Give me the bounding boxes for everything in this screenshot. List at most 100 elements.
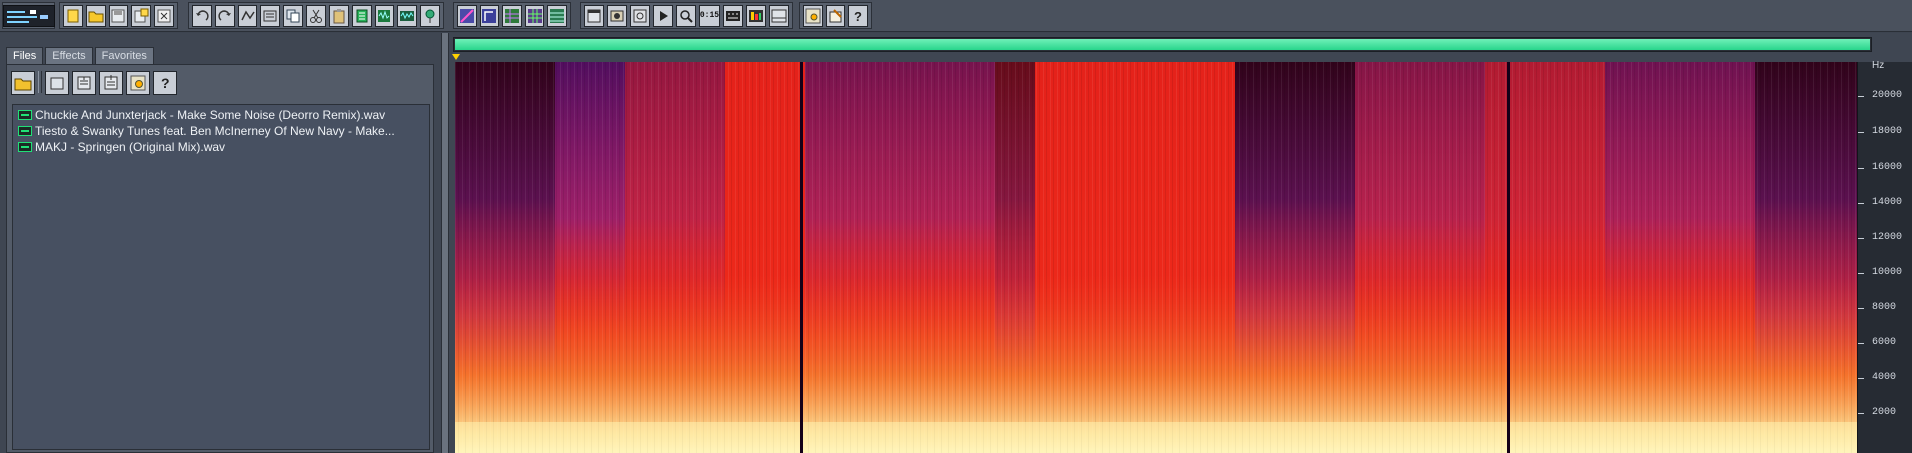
settings-icon [805,8,821,24]
scope-button[interactable] [629,4,650,27]
close-file-button[interactable] [45,71,69,95]
cut-button[interactable] [306,4,326,27]
file-name: Tiesto & Swanky Tunes feat. Ben McInerne… [35,124,395,138]
multitrack-icon [504,8,520,24]
grid-button[interactable] [547,4,567,27]
tab-files[interactable]: Files [6,47,44,65]
axis-label: 16000 [1872,162,1903,173]
axis-label: 4000 [1872,372,1897,383]
window-button[interactable] [584,4,604,27]
paste-button[interactable] [328,4,349,27]
play-icon [655,8,671,24]
axis-label: 12000 [1872,232,1903,243]
axis-label: 2000 [1872,407,1897,418]
select-all-icon [262,8,278,24]
undo-button[interactable] [192,4,212,27]
multitrack-button[interactable] [502,4,522,27]
axis-tick [1858,308,1864,309]
panel-button[interactable] [768,4,789,27]
list-item[interactable]: Tiesto & Swanky Tunes feat. Ben McInerne… [13,123,429,139]
file-tools-bar: ? [11,71,177,95]
close-file-icon [48,74,66,92]
file-help-button[interactable]: ? [153,71,177,95]
spectrogram-image [455,62,1857,453]
meter-icon [748,8,764,24]
open-file-button[interactable] [11,71,35,95]
axis-tick [1858,343,1864,344]
file-name: Chuckie And Junxterjack - Make Some Nois… [35,108,386,122]
repeat-button[interactable] [237,4,258,27]
view-toolbar-group [453,2,571,29]
zoom-icon [678,8,694,24]
insert-file-button[interactable] [72,71,96,95]
new-file-button[interactable] [63,4,83,27]
import-file-button[interactable] [99,71,123,95]
tab-effects[interactable]: Effects [45,47,93,64]
mixer-icon [527,8,543,24]
zoom-button[interactable] [675,4,696,27]
list-item[interactable]: Chuckie And Junxterjack - Make Some Nois… [13,107,429,123]
file-toolbar-group [59,2,178,29]
save-icon [110,8,126,24]
svg-text:?: ? [161,75,170,91]
select-all-button[interactable] [260,4,281,27]
paste-mix-icon [376,8,392,24]
waveform-view-icon [459,8,475,24]
meter-button[interactable] [746,4,766,27]
axis-label: 6000 [1872,337,1897,348]
mixer-button[interactable] [524,4,545,27]
wave-button[interactable] [397,4,418,27]
undo-icon [194,8,210,24]
cut-icon [308,8,324,24]
window-icon [586,8,602,24]
copy-button[interactable] [283,4,304,27]
toolbar-separator [38,71,42,93]
save-as-button[interactable] [131,4,152,27]
spectrogram-display[interactable] [455,62,1857,453]
axis-tick [1858,238,1864,239]
open-folder-icon [88,8,104,24]
close-file-button[interactable] [154,4,174,27]
settings-button[interactable] [803,4,823,27]
app-menu-button[interactable] [3,4,55,27]
redo-button[interactable] [214,4,235,27]
scope-icon [632,8,648,24]
marker-button[interactable] [420,4,440,27]
track-boundary [800,62,803,453]
axis-tick [1858,413,1864,414]
insert-file-icon [75,74,93,92]
settings-icon [129,74,147,92]
open-button[interactable] [85,4,106,27]
wav-file-icon [18,126,32,136]
list-item[interactable]: MAKJ - Springen (Original Mix).wav [13,139,429,155]
tools-button[interactable] [825,4,846,27]
tab-favorites[interactable]: Favorites [94,47,154,64]
record-button[interactable] [606,4,627,27]
play-button[interactable] [652,4,673,27]
save-button[interactable] [108,4,129,27]
copy-icon [285,8,301,24]
wave-icon [399,8,415,24]
wav-file-icon [18,110,32,120]
overview-bar[interactable] [453,37,1872,52]
panel-splitter[interactable] [441,33,449,453]
file-settings-button[interactable] [126,71,150,95]
frequency-axis: Hz 20000 18000 16000 14000 12000 10000 8… [1857,60,1912,453]
track-boundary [1507,62,1510,453]
marker-icon [422,8,438,24]
time-display-button[interactable]: 0:15 [698,4,721,27]
spectral-view-button[interactable] [479,4,500,27]
frequency-button[interactable] [723,4,744,27]
file-name: MAKJ - Springen (Original Mix).wav [35,140,226,154]
paste-mix-button[interactable] [374,4,395,27]
help-button[interactable]: ? [848,4,869,27]
edit-toolbar-group [188,2,444,29]
playhead-marker[interactable] [452,54,460,60]
waveform-view-button[interactable] [457,4,477,27]
axis-tick [1858,273,1864,274]
paste-icon [331,8,347,24]
help-icon: ? [850,8,866,24]
axis-label: 20000 [1872,90,1903,101]
new-file-icon [65,8,81,24]
trim-button[interactable] [351,4,372,27]
